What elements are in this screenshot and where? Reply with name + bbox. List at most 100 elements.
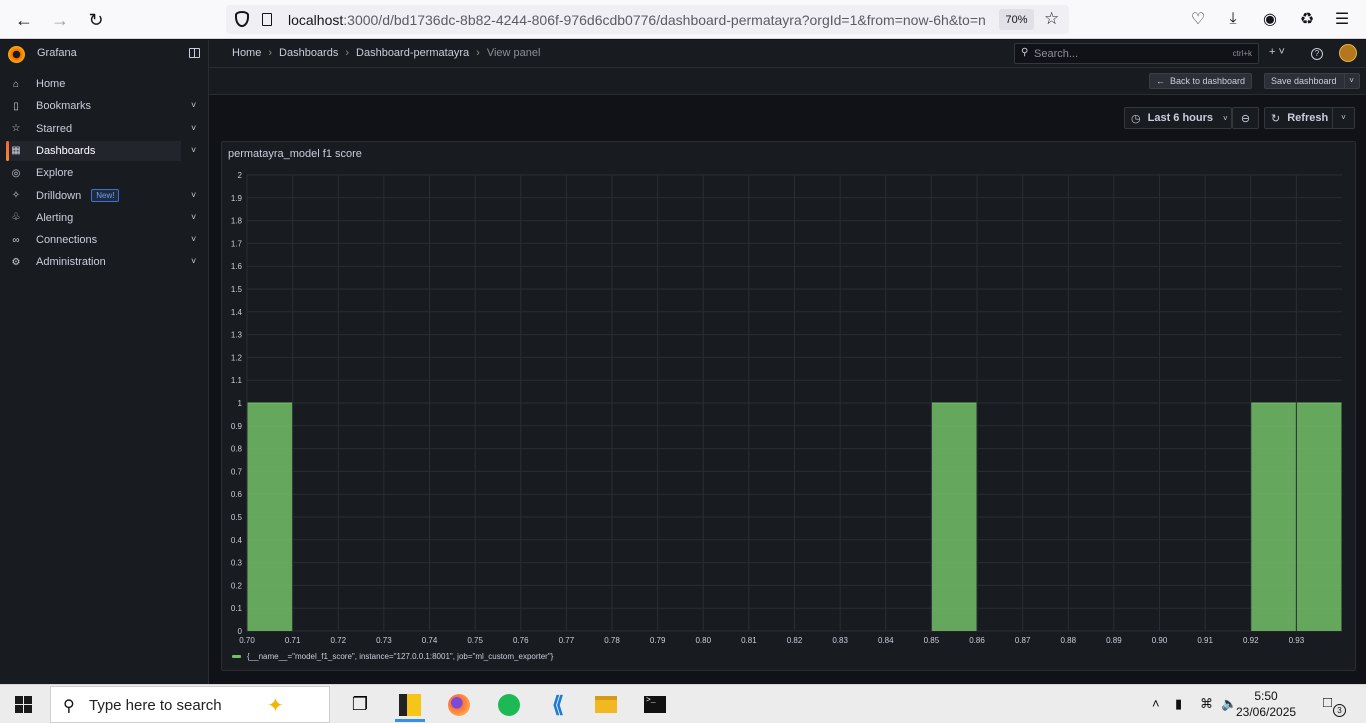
pocket-icon[interactable]: ♡	[1187, 8, 1209, 30]
notification-count: 3	[1333, 704, 1346, 717]
search-input[interactable]: ⚲ Search... ctrl+k	[1014, 43, 1259, 64]
y-tick-label: 0.3	[231, 559, 243, 568]
x-tick-label: 0.76	[513, 636, 529, 645]
compass-icon: ◎	[11, 167, 21, 179]
search-icon: ⚲	[1021, 47, 1029, 58]
refresh-icon: ↻	[1271, 112, 1281, 125]
avatar[interactable]	[1339, 44, 1357, 62]
x-tick-label: 0.91	[1197, 636, 1213, 645]
back-to-dashboard-button[interactable]: ← Back to dashboard	[1149, 73, 1253, 89]
sidebar-item-home[interactable]: ⌂ Home	[6, 74, 181, 94]
help-icon[interactable]: ?	[1311, 48, 1323, 60]
y-tick-label: 0.5	[231, 513, 243, 522]
sidebar-item-label: Explore	[36, 167, 74, 180]
refresh-button[interactable]: ↻ Refresh ˅	[1264, 107, 1355, 129]
y-tick-label: 1.1	[231, 376, 243, 385]
chevron-down-icon[interactable]: ˅	[191, 100, 196, 110]
chevron-down-icon[interactable]: ˅	[191, 190, 196, 200]
menu-icon[interactable]: ☰	[1331, 8, 1353, 30]
x-tick-label: 0.82	[787, 636, 803, 645]
sidebar-item-drilldown[interactable]: ✧ Drilldown New!	[6, 186, 181, 206]
x-tick-label: 0.89	[1106, 636, 1122, 645]
vscode-icon[interactable]: ⟪	[535, 687, 581, 722]
download-icon[interactable]: ⤓	[1222, 8, 1244, 30]
y-tick-label: 0.4	[231, 536, 243, 545]
x-tick-label: 0.81	[741, 636, 757, 645]
dock-menu-icon[interactable]	[189, 48, 200, 58]
sidebar-item-connections[interactable]: ∞ Connections	[6, 230, 181, 250]
sidebar-item-label: Connections	[36, 234, 98, 247]
windows-start-icon[interactable]	[15, 696, 32, 713]
chevron-down-icon[interactable]: ˅	[191, 145, 196, 155]
top-bar: Home › Dashboards › Dashboard-permatayra…	[209, 40, 1366, 68]
sticky-notes-icon[interactable]	[387, 687, 433, 722]
spotify-icon[interactable]	[486, 687, 532, 722]
battery-icon[interactable]: ▮	[1175, 696, 1182, 712]
clock[interactable]: 5:50 23/06/2025	[1236, 688, 1296, 720]
chart-legend[interactable]: {__name__="model_f1_score", instance="12…	[232, 652, 553, 661]
address-bar[interactable]: localhost:3000/d/bd1736dc-8b82-4244-806f…	[226, 5, 1069, 34]
taskbar-search-placeholder: Type here to search	[89, 697, 222, 714]
chevron-down-icon[interactable]: ˅	[191, 212, 196, 222]
wifi-icon[interactable]: ⌘	[1200, 696, 1213, 712]
y-tick-label: 1.2	[231, 353, 243, 362]
bookmark-icon: ▯	[13, 100, 19, 112]
chevron-up-icon[interactable]: ˄	[1152, 696, 1160, 711]
extensions-icon[interactable]: ♻	[1296, 8, 1318, 30]
sidebar-item-label: Home	[36, 78, 66, 90]
chevron-right-icon: ›	[476, 47, 480, 59]
clock-icon: ◷	[1131, 112, 1141, 125]
bell-icon: ♧	[11, 212, 21, 224]
sidebar-item-administration[interactable]: ⚙ Administration	[6, 252, 181, 272]
star-bookmark-icon[interactable]: ☆	[1044, 9, 1059, 29]
x-tick-label: 0.70	[239, 636, 255, 645]
sidebar-item-explore[interactable]: ◎ Explore	[6, 163, 181, 183]
x-tick-label: 0.88	[1060, 636, 1076, 645]
zoom-out-button[interactable]: ⊖	[1232, 107, 1259, 129]
sidebar-item-bookmarks[interactable]: ▯ Bookmarks	[6, 96, 181, 116]
add-icon[interactable]: + ˅	[1269, 46, 1285, 58]
y-tick-label: 0.2	[231, 581, 243, 590]
x-tick-label: 0.74	[422, 636, 438, 645]
x-tick-label: 0.92	[1243, 636, 1259, 645]
chevron-down-icon[interactable]: ˅	[1343, 74, 1359, 88]
firefox-icon[interactable]	[436, 687, 482, 722]
chevron-down-icon[interactable]: ˅	[191, 234, 196, 244]
chevron-down-icon[interactable]: ˅	[191, 123, 196, 133]
sidebar-item-dashboards[interactable]: ▦ Dashboards	[6, 140, 181, 161]
x-tick-label: 0.77	[559, 636, 575, 645]
sidebar-item-starred[interactable]: ☆ Starred	[6, 119, 181, 139]
sidebar-item-label: Starred	[36, 122, 73, 135]
forward-arrow-icon[interactable]: →	[47, 7, 73, 33]
breadcrumb-dashboards[interactable]: Dashboards	[279, 47, 338, 59]
terminal-icon[interactable]: >_	[632, 687, 678, 722]
save-dashboard-button[interactable]: Save dashboard ˅	[1264, 73, 1360, 89]
windows-taskbar: ⚲ Type here to search ✦ ❐ ⟪ >_ ˄ ▮ ⌘ 🔈 5…	[0, 684, 1366, 723]
chevron-down-icon[interactable]: ˅	[191, 256, 196, 266]
volume-icon[interactable]: 🔈	[1221, 696, 1237, 712]
breadcrumb-home[interactable]: Home	[232, 47, 261, 59]
breadcrumb-dashboard[interactable]: Dashboard-permatayra	[356, 47, 469, 59]
file-explorer-icon[interactable]	[583, 687, 629, 722]
x-tick-label: 0.72	[330, 636, 346, 645]
sidebar-item-alerting[interactable]: ♧ Alerting	[6, 208, 181, 228]
zoom-indicator[interactable]: 70%	[999, 9, 1034, 30]
reload-icon[interactable]: ↻	[83, 7, 109, 33]
x-tick-label: 0.79	[650, 636, 666, 645]
back-arrow-icon[interactable]: ←	[11, 7, 37, 33]
sidebar-item-label: Bookmarks	[36, 100, 92, 113]
time-range-label: Last 6 hours	[1147, 112, 1214, 124]
grafana-logo-icon[interactable]	[8, 46, 25, 63]
home-icon: ⌂	[12, 78, 20, 90]
time-range-picker[interactable]: ◷ Last 6 hours ˅	[1124, 107, 1232, 129]
star-icon: ☆	[11, 123, 21, 135]
taskbar-search-input[interactable]: ⚲ Type here to search ✦	[50, 686, 330, 723]
chevron-down-icon[interactable]: ˅	[1332, 108, 1354, 128]
arrow-left-icon: ←	[1156, 76, 1165, 86]
task-view-icon[interactable]: ❐	[337, 687, 383, 722]
sparkle-icon: ✦	[267, 695, 284, 717]
y-tick-label: 1.6	[231, 262, 243, 271]
account-icon[interactable]: ◉	[1259, 8, 1281, 30]
connections-icon: ∞	[12, 234, 20, 246]
search-icon: ⚲	[63, 698, 75, 715]
